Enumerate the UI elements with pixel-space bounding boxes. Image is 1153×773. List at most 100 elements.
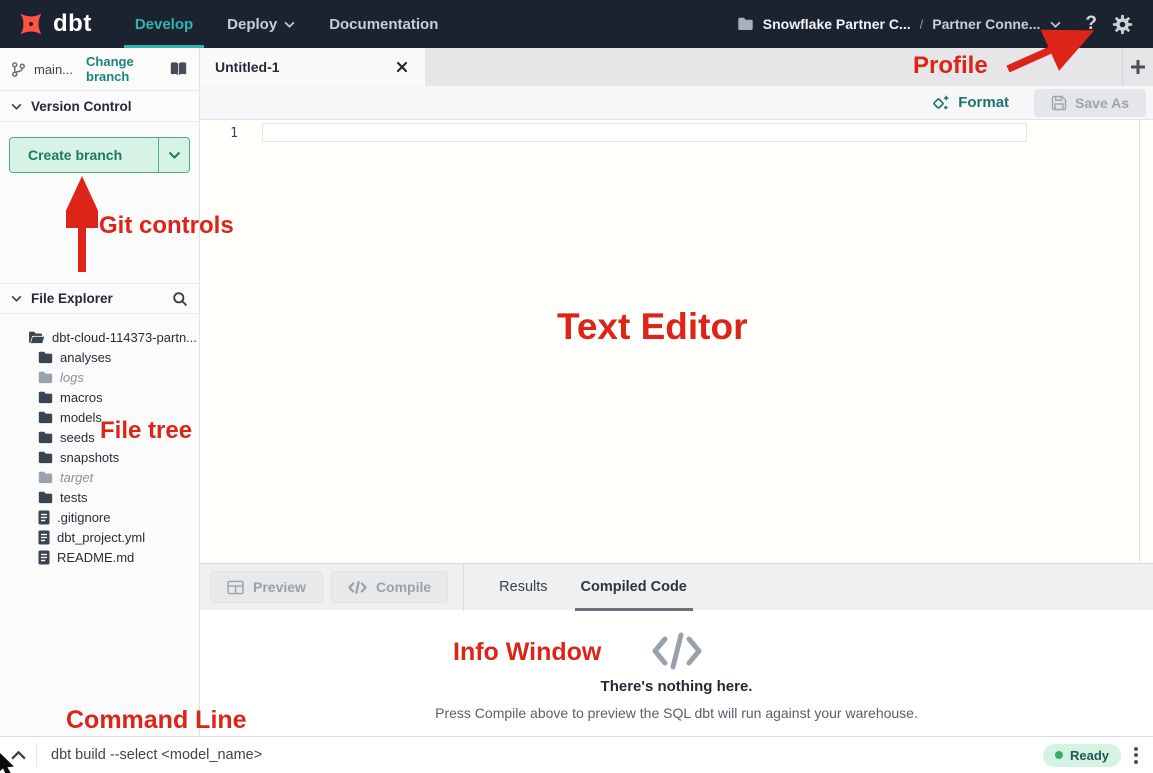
- chevron-down-icon[interactable]: [1050, 21, 1061, 28]
- folder-icon: [737, 17, 754, 31]
- chevron-down-icon: [284, 21, 295, 28]
- code-icon: [651, 631, 703, 671]
- format-button[interactable]: Format: [932, 94, 1009, 112]
- status-dot: [1055, 751, 1063, 759]
- dbt-logo[interactable]: dbt: [0, 9, 118, 39]
- dbt-logo-icon: [16, 9, 46, 39]
- command-input[interactable]: [51, 747, 671, 763]
- nav-deploy[interactable]: Deploy: [210, 0, 312, 48]
- tab-compiled-code[interactable]: Compiled Code: [575, 564, 693, 611]
- save-icon: [1051, 95, 1067, 111]
- nav-develop-label: Develop: [135, 16, 193, 33]
- status-badge: Ready: [1043, 744, 1121, 767]
- file-explorer-header[interactable]: File Explorer: [0, 283, 199, 314]
- tree-item-label: README.md: [57, 550, 134, 565]
- compile-button[interactable]: Compile: [331, 571, 448, 603]
- tab-title: Untitled-1: [215, 59, 280, 75]
- tab-untitled-1[interactable]: Untitled-1: [200, 48, 425, 86]
- chevron-up-icon[interactable]: [0, 737, 36, 773]
- table-icon: [227, 580, 244, 595]
- tab-results[interactable]: Results: [493, 564, 553, 611]
- preview-button[interactable]: Preview: [210, 571, 323, 603]
- folder-icon: [38, 351, 53, 364]
- file-explorer-title: File Explorer: [31, 291, 113, 306]
- tree-item-analyses[interactable]: analyses: [0, 347, 199, 367]
- chevron-down-icon: [11, 295, 22, 302]
- change-branch-link[interactable]: Change branch: [86, 54, 169, 84]
- empty-state: There's nothing here. Press Compile abov…: [200, 610, 1153, 721]
- tree-item-models[interactable]: models: [0, 407, 199, 427]
- branch-row: main... Change branch: [0, 48, 199, 91]
- breadcrumb-project[interactable]: Partner Conne...: [932, 16, 1040, 32]
- logo-text: dbt: [53, 10, 92, 38]
- file-icon: [38, 530, 50, 545]
- tree-item-dbt-project-yml[interactable]: dbt_project.yml: [0, 527, 199, 547]
- folder-icon: [38, 491, 53, 504]
- tree-item-snapshots[interactable]: snapshots: [0, 447, 199, 467]
- create-branch-menu-chevron[interactable]: [158, 138, 189, 172]
- file-icon: [38, 510, 50, 525]
- editor-ruler: [1139, 120, 1140, 563]
- editor-toolbar: Format Save As: [200, 86, 1153, 120]
- nav-develop[interactable]: Develop: [118, 0, 210, 48]
- text-editor[interactable]: 1: [200, 120, 1153, 563]
- tree-item-target[interactable]: target: [0, 467, 199, 487]
- tree-item-gitignore[interactable]: .gitignore: [0, 507, 199, 527]
- tree-item-tests[interactable]: tests: [0, 487, 199, 507]
- info-window: Preview Compile Results Compiled Code Th…: [200, 563, 1153, 736]
- tab-bar: Untitled-1: [200, 48, 1153, 86]
- tree-item-label: models: [60, 410, 102, 425]
- format-sparkle-icon: [932, 94, 950, 112]
- tree-item-label: logs: [60, 370, 84, 385]
- tree-item-label: dbt-cloud-114373-partn...: [52, 330, 197, 345]
- tree-item-label: dbt_project.yml: [57, 530, 145, 545]
- tree-item-readme-md[interactable]: README.md: [0, 547, 199, 567]
- folder-icon: [38, 431, 53, 444]
- breadcrumb-account[interactable]: Snowflake Partner C...: [763, 16, 911, 32]
- nav-documentation-label: Documentation: [329, 16, 438, 33]
- tree-item-label: analyses: [60, 350, 111, 365]
- close-icon[interactable]: [394, 59, 410, 75]
- format-label: Format: [958, 94, 1009, 111]
- tab-compiled-code-label: Compiled Code: [581, 579, 687, 595]
- file-tree: dbt-cloud-114373-partn... analyses logs mac…: [0, 327, 199, 567]
- active-line-highlight[interactable]: [262, 123, 1027, 142]
- folder-icon: [38, 471, 53, 484]
- tree-item-seeds[interactable]: seeds: [0, 427, 199, 447]
- search-icon[interactable]: [172, 291, 188, 307]
- chevron-down-icon: [11, 103, 22, 110]
- tree-item-dbt-cloud-114373-partn[interactable]: dbt-cloud-114373-partn...: [0, 327, 199, 347]
- top-navbar: dbt Develop Deploy Documentation Snowfla…: [0, 0, 1153, 48]
- git-branch-icon: [11, 61, 26, 78]
- version-control-header[interactable]: Version Control: [0, 91, 199, 122]
- folder-icon: [28, 331, 45, 344]
- panel-divider: [463, 564, 464, 611]
- book-icon[interactable]: [169, 61, 188, 77]
- folder-icon: [38, 411, 53, 424]
- nav-documentation[interactable]: Documentation: [312, 0, 455, 48]
- compile-label: Compile: [376, 579, 431, 595]
- tree-item-label: tests: [60, 490, 87, 505]
- breadcrumb-separator: /: [920, 17, 924, 32]
- tree-item-label: macros: [60, 390, 103, 405]
- tree-item-logs[interactable]: logs: [0, 367, 199, 387]
- new-tab-button[interactable]: [1122, 48, 1153, 86]
- nav-deploy-label: Deploy: [227, 16, 277, 33]
- folder-icon: [38, 371, 53, 384]
- info-window-header: Preview Compile Results Compiled Code: [200, 563, 1153, 610]
- code-icon: [348, 580, 367, 595]
- tree-item-macros[interactable]: macros: [0, 387, 199, 407]
- tree-item-label: seeds: [60, 430, 95, 445]
- preview-label: Preview: [253, 579, 306, 595]
- empty-state-subtitle: Press Compile above to preview the SQL d…: [435, 705, 918, 721]
- command-bar-separator: [36, 743, 37, 767]
- gear-icon[interactable]: [1112, 14, 1133, 35]
- save-as-button[interactable]: Save As: [1034, 89, 1146, 117]
- tab-results-label: Results: [499, 579, 547, 595]
- status-label: Ready: [1070, 748, 1109, 763]
- command-bar: Ready: [0, 736, 1153, 773]
- kebab-menu-icon[interactable]: [1134, 747, 1138, 764]
- editor-area: Untitled-1 Format: [200, 48, 1153, 736]
- help-icon[interactable]: ?: [1085, 13, 1097, 35]
- create-branch-button[interactable]: Create branch: [9, 137, 190, 173]
